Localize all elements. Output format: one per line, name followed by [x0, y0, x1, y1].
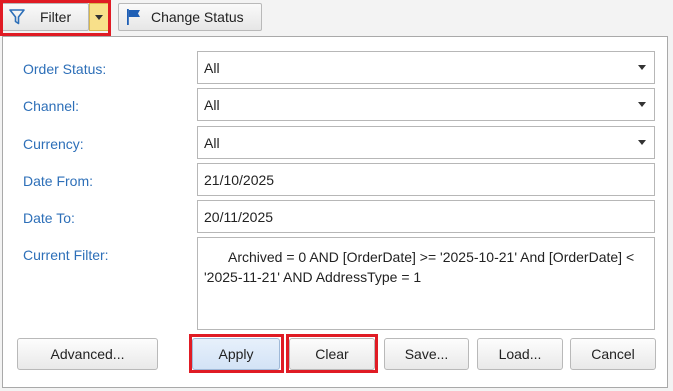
change-status-button[interactable]: Change Status [118, 3, 262, 31]
filter-dropdown-arrow[interactable] [89, 3, 109, 31]
load-button[interactable]: Load... [477, 338, 563, 370]
date-to-label: Date To: [23, 210, 75, 226]
filter-button-label: Filter [40, 9, 72, 25]
filter-button[interactable]: Filter [1, 3, 89, 31]
clear-button[interactable]: Clear [289, 338, 375, 370]
toolbar: Filter Change Status [0, 0, 673, 36]
order-status-value: All [204, 59, 220, 76]
order-status-select[interactable]: All [197, 51, 655, 84]
chevron-down-icon [638, 65, 646, 70]
flag-icon [125, 8, 143, 26]
date-to-value: 20/11/2025 [204, 208, 274, 225]
date-from-value: 21/10/2025 [204, 171, 275, 188]
channel-label: Channel: [23, 98, 80, 114]
chevron-down-icon [95, 14, 103, 20]
current-filter-textarea[interactable]: Archived = 0 AND [OrderDate] >= '2025-10… [197, 237, 655, 330]
date-to-input[interactable]: 20/11/2025 [197, 200, 655, 233]
chevron-down-icon [638, 102, 646, 107]
channel-select[interactable]: All [197, 88, 655, 121]
cancel-button[interactable]: Cancel [570, 338, 656, 370]
currency-select[interactable]: All [197, 126, 655, 159]
chevron-down-icon [638, 140, 646, 145]
currency-value: All [204, 134, 220, 151]
apply-button[interactable]: Apply [192, 338, 280, 370]
advanced-button[interactable]: Advanced... [17, 338, 158, 370]
date-from-input[interactable]: 21/10/2025 [197, 163, 655, 196]
date-from-label: Date From: [23, 173, 94, 189]
order-status-label: Order Status: [23, 61, 107, 77]
funnel-icon [8, 8, 26, 26]
current-filter-label: Current Filter: [23, 247, 109, 263]
save-button[interactable]: Save... [384, 338, 469, 370]
current-filter-text: Archived = 0 AND [OrderDate] >= '2025-10… [204, 249, 635, 285]
currency-label: Currency: [23, 136, 84, 152]
change-status-label: Change Status [151, 9, 244, 25]
filter-panel: Order Status: All Channel: All Currency:… [2, 36, 668, 388]
channel-value: All [204, 96, 220, 113]
